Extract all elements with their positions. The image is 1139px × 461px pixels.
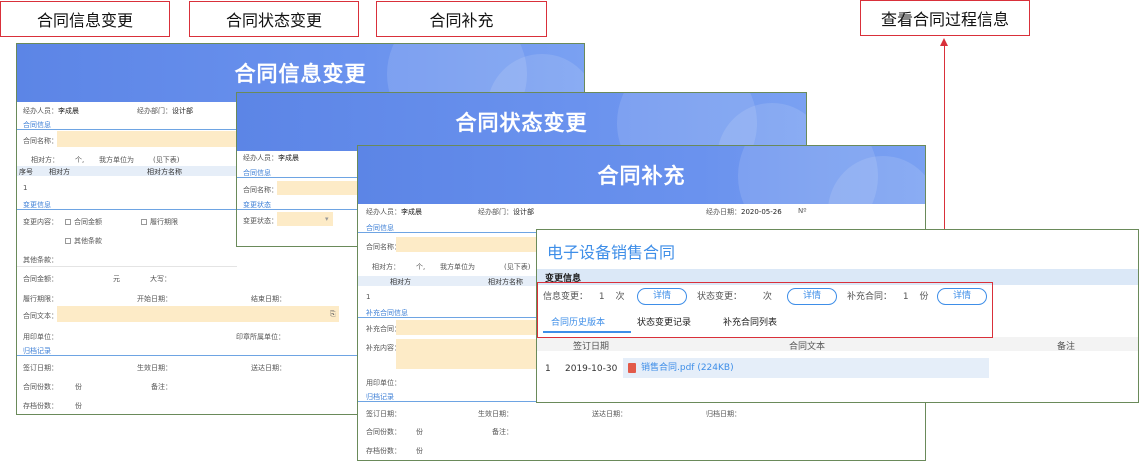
th-party: 相对方	[390, 278, 411, 286]
row-sign-date: 2019-10-30	[565, 364, 618, 374]
start-label: 开始日期：	[137, 295, 172, 303]
deliver-label: 送达日期：	[592, 410, 627, 418]
counterpart-table-header: 相对方 相对方名称	[358, 276, 538, 286]
cb-period[interactable]: 履行期限	[141, 217, 178, 227]
copies-label: 合同份数：	[366, 428, 401, 436]
th-party: 相对方	[49, 168, 70, 176]
table-row-no: 1	[366, 293, 371, 301]
archive-date-label: 归档日期：	[706, 410, 741, 418]
capital-label: 大写：	[150, 275, 171, 283]
counterpart-unit: 个,	[416, 263, 426, 271]
dept-label: 经办部门：	[478, 208, 513, 216]
cb-other[interactable]: 其他条款	[65, 236, 102, 246]
cb-period-label: 履行期限	[150, 218, 178, 226]
handler-label: 经办人员：	[23, 107, 58, 115]
effective-label: 生效日期：	[137, 364, 172, 372]
th-party-name: 相对方名称	[488, 278, 523, 286]
supp-content-textarea[interactable]	[396, 339, 538, 369]
counterpart-unit: 个,	[75, 156, 85, 164]
pointer-arrow-head	[940, 38, 948, 46]
status-change-banner: 合同状态变更	[237, 93, 806, 151]
sign-label: 签订日期：	[23, 364, 58, 372]
deliver-label: 送达日期：	[251, 364, 286, 372]
text-label: 合同文本：	[23, 312, 58, 320]
cb-amount[interactable]: 合同金额	[65, 217, 102, 227]
handler-label: 经办人员：	[243, 154, 278, 162]
cb-amount-label: 合同金额	[74, 218, 102, 226]
contract-name-input[interactable]	[396, 237, 538, 252]
seal-dept-label: 印章所属单位：	[236, 333, 285, 341]
handler-value: 李成晨	[278, 154, 299, 162]
other-label: 其他条款：	[23, 256, 58, 264]
copies-unit: 份	[416, 428, 423, 436]
table-row-no: 1	[23, 184, 28, 192]
contract-file-name: 销售合同.pdf (224KB)	[641, 363, 734, 373]
label-info-change: 合同信息变更	[0, 1, 170, 37]
date-value: 2020-05-26	[741, 208, 782, 216]
remark-label: 备注：	[151, 383, 172, 391]
no-label: Nº	[798, 207, 807, 215]
archive-copies-unit: 份	[75, 402, 82, 410]
seal-label: 用印单位：	[366, 379, 401, 387]
amount-label: 合同金额：	[23, 275, 58, 283]
seal-label: 用印单位：	[23, 333, 58, 341]
period-label: 履行期限：	[23, 295, 58, 303]
dept-value: 设计部	[513, 208, 534, 216]
card-title: 电子设备销售合同	[547, 243, 676, 262]
highlight-change-info	[537, 282, 993, 338]
banner-title: 合同补充	[597, 164, 686, 188]
date-label: 经办日期：	[706, 208, 741, 216]
counterpart-label: 相对方：	[372, 263, 400, 271]
cb-other-label: 其他条款	[74, 237, 102, 245]
yuan-unit: 元	[113, 275, 120, 283]
supplement-banner: 合同补充	[358, 146, 925, 204]
col-sign-date: 签订日期	[573, 342, 610, 352]
dept-label: 经办部门：	[137, 107, 172, 115]
history-table-header: 签订日期 合同文本 备注	[537, 337, 1138, 352]
banner-title: 合同状态变更	[455, 111, 588, 135]
end-label: 结束日期：	[251, 295, 286, 303]
status-label: 变更状态：	[243, 217, 278, 225]
contract-name-input[interactable]	[57, 131, 237, 147]
counterpart-table-header: 序号 相对方 相对方名称	[17, 166, 237, 176]
copies-unit: 份	[75, 383, 82, 391]
contract-name-input[interactable]	[277, 181, 357, 195]
row-no: 1	[545, 364, 551, 374]
change-content-label: 变更内容：	[23, 218, 58, 226]
contract-text-input[interactable]	[57, 306, 339, 322]
col-contract-text: 合同文本	[789, 342, 826, 352]
handler-value: 李成晨	[401, 208, 422, 216]
th-no: 序号	[19, 168, 33, 176]
label-view-process: 查看合同过程信息	[860, 0, 1030, 36]
supp-contract-input[interactable]	[396, 320, 538, 335]
attach-icon[interactable]: ⎘	[330, 310, 336, 319]
dept-value: 设计部	[172, 107, 193, 115]
see-below: (见下表)	[504, 263, 531, 271]
handler-value: 李成晨	[58, 107, 79, 115]
archive-copies-unit: 份	[416, 447, 423, 455]
handler-label: 经办人员：	[366, 208, 401, 216]
banner-title: 合同信息变更	[234, 62, 367, 86]
our-unit: 我方单位为	[440, 263, 475, 271]
contract-file-link[interactable]: 销售合同.pdf (224KB)	[623, 358, 989, 378]
chevron-down-icon[interactable]: ▾	[325, 215, 329, 223]
sign-label: 签订日期：	[366, 410, 401, 418]
col-remark: 备注	[1057, 342, 1076, 352]
effective-label: 生效日期：	[478, 410, 513, 418]
archive-copies-label: 存档份数：	[23, 402, 58, 410]
label-supplement: 合同补充	[376, 1, 547, 37]
label-status-change: 合同状态变更	[189, 1, 359, 37]
th-party-name: 相对方名称	[147, 168, 182, 176]
counterpart-label: 相对方：	[31, 156, 59, 164]
contract-name-label: 合同名称：	[243, 186, 278, 194]
archive-copies-label: 存档份数：	[366, 447, 401, 455]
our-unit: 我方单位为	[99, 156, 134, 164]
remark-label: 备注：	[492, 428, 513, 436]
contract-name-label: 合同名称：	[23, 137, 58, 145]
see-below: (见下表)	[153, 156, 180, 164]
pdf-icon	[628, 363, 636, 373]
copies-label: 合同份数：	[23, 383, 58, 391]
